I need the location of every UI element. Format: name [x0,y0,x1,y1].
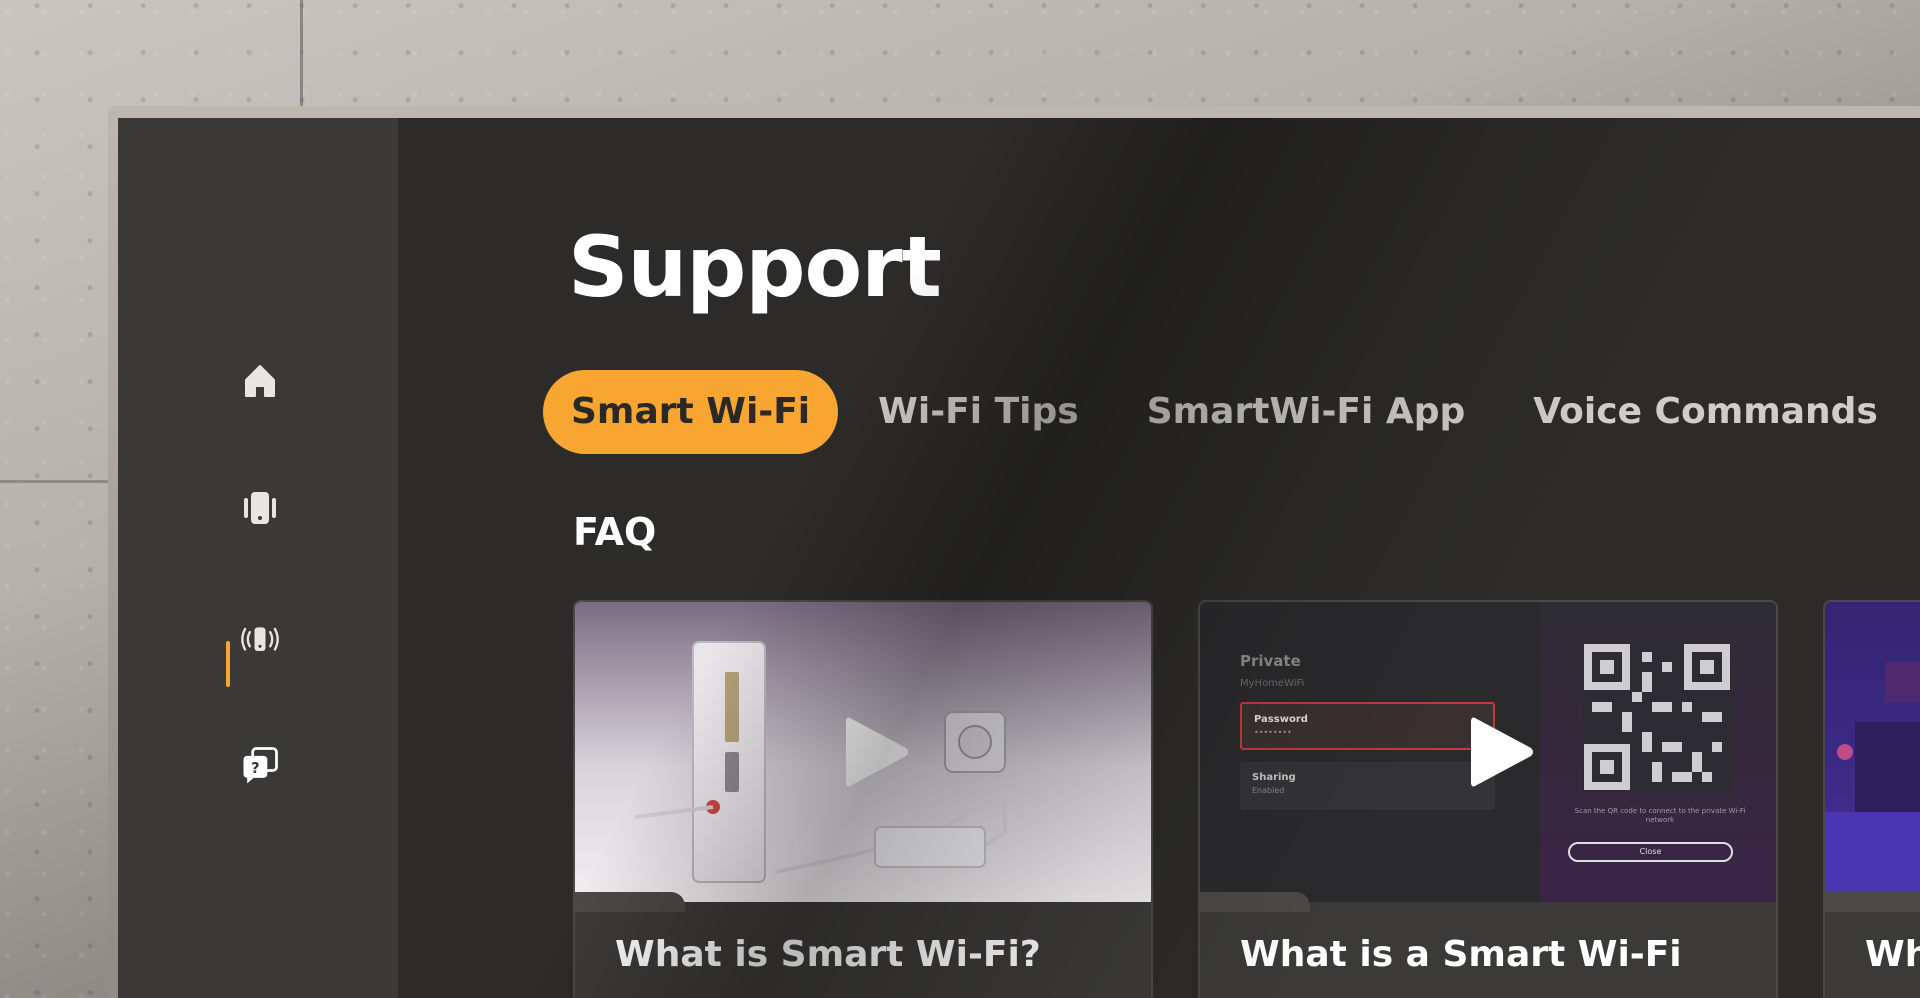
screen-sharing-row: Sharing Enabled [1240,762,1495,810]
faq-card-title: What is a Smart Wi-Fi [1240,934,1682,975]
screen-network-label: Private [1240,652,1301,670]
living-room-image [1825,602,1920,902]
qr-code-icon [1582,642,1732,792]
qr-caption: Scan the QR code to connect to the priva… [1574,807,1746,825]
faq-card[interactable]: What ar [1823,600,1920,998]
active-nav-indicator [226,641,230,687]
sidebar: ? [118,118,398,998]
tab-smart-wifi[interactable]: Smart Wi-Fi [543,370,839,454]
qr-panel: Scan the QR code to connect to the priva… [1540,602,1776,902]
faq-card-title: What ar [1865,934,1920,975]
play-icon[interactable] [842,712,912,792]
qr-close-button: Close [1568,842,1733,862]
thumbnail-notch [575,892,685,912]
play-icon[interactable] [1467,712,1537,792]
faq-card-title: What is Smart Wi-Fi? [615,934,1041,975]
tab-voice-commands[interactable]: Voice Commands [1505,370,1906,454]
device-icon [244,492,276,524]
thumbnail-notch [1825,892,1920,912]
living-room-illustration [1825,602,1920,902]
faq-card[interactable]: What is Smart Wi-Fi? [573,600,1153,998]
main-content: Support Smart Wi-Fi Wi-Fi Tips SmartWi-F… [398,118,1920,998]
home-icon [245,365,275,397]
screen-password-field: Password •••••••• [1240,702,1495,750]
tab-bar: Smart Wi-Fi Wi-Fi Tips SmartWi-Fi App Vo… [543,370,1918,454]
sidebar-item-support[interactable]: ? [238,743,282,787]
router-signal-icon [241,627,279,651]
sidebar-item-devices[interactable] [238,486,282,530]
sidebar-item-network[interactable] [238,618,282,662]
page-title: Support [568,218,942,316]
wall-seam [0,480,125,483]
faq-section-title: FAQ [573,510,657,554]
tab-wifi-tips[interactable]: Wi-Fi Tips [850,370,1107,454]
support-chat-icon: ? [243,747,278,784]
sidebar-item-home[interactable] [238,358,282,402]
faq-card[interactable]: Private MyHomeWiFi Password •••••••• Sha… [1198,600,1778,998]
tab-smartwifi-app[interactable]: SmartWi-Fi App [1119,370,1494,454]
screen-network-name: MyHomeWiFi [1240,678,1305,689]
wall-seam [300,0,303,110]
tv-screen: ? Support Smart Wi-Fi Wi-Fi Tips SmartWi… [118,118,1920,998]
svg-text:?: ? [251,760,260,777]
thumbnail-notch [1200,892,1310,912]
